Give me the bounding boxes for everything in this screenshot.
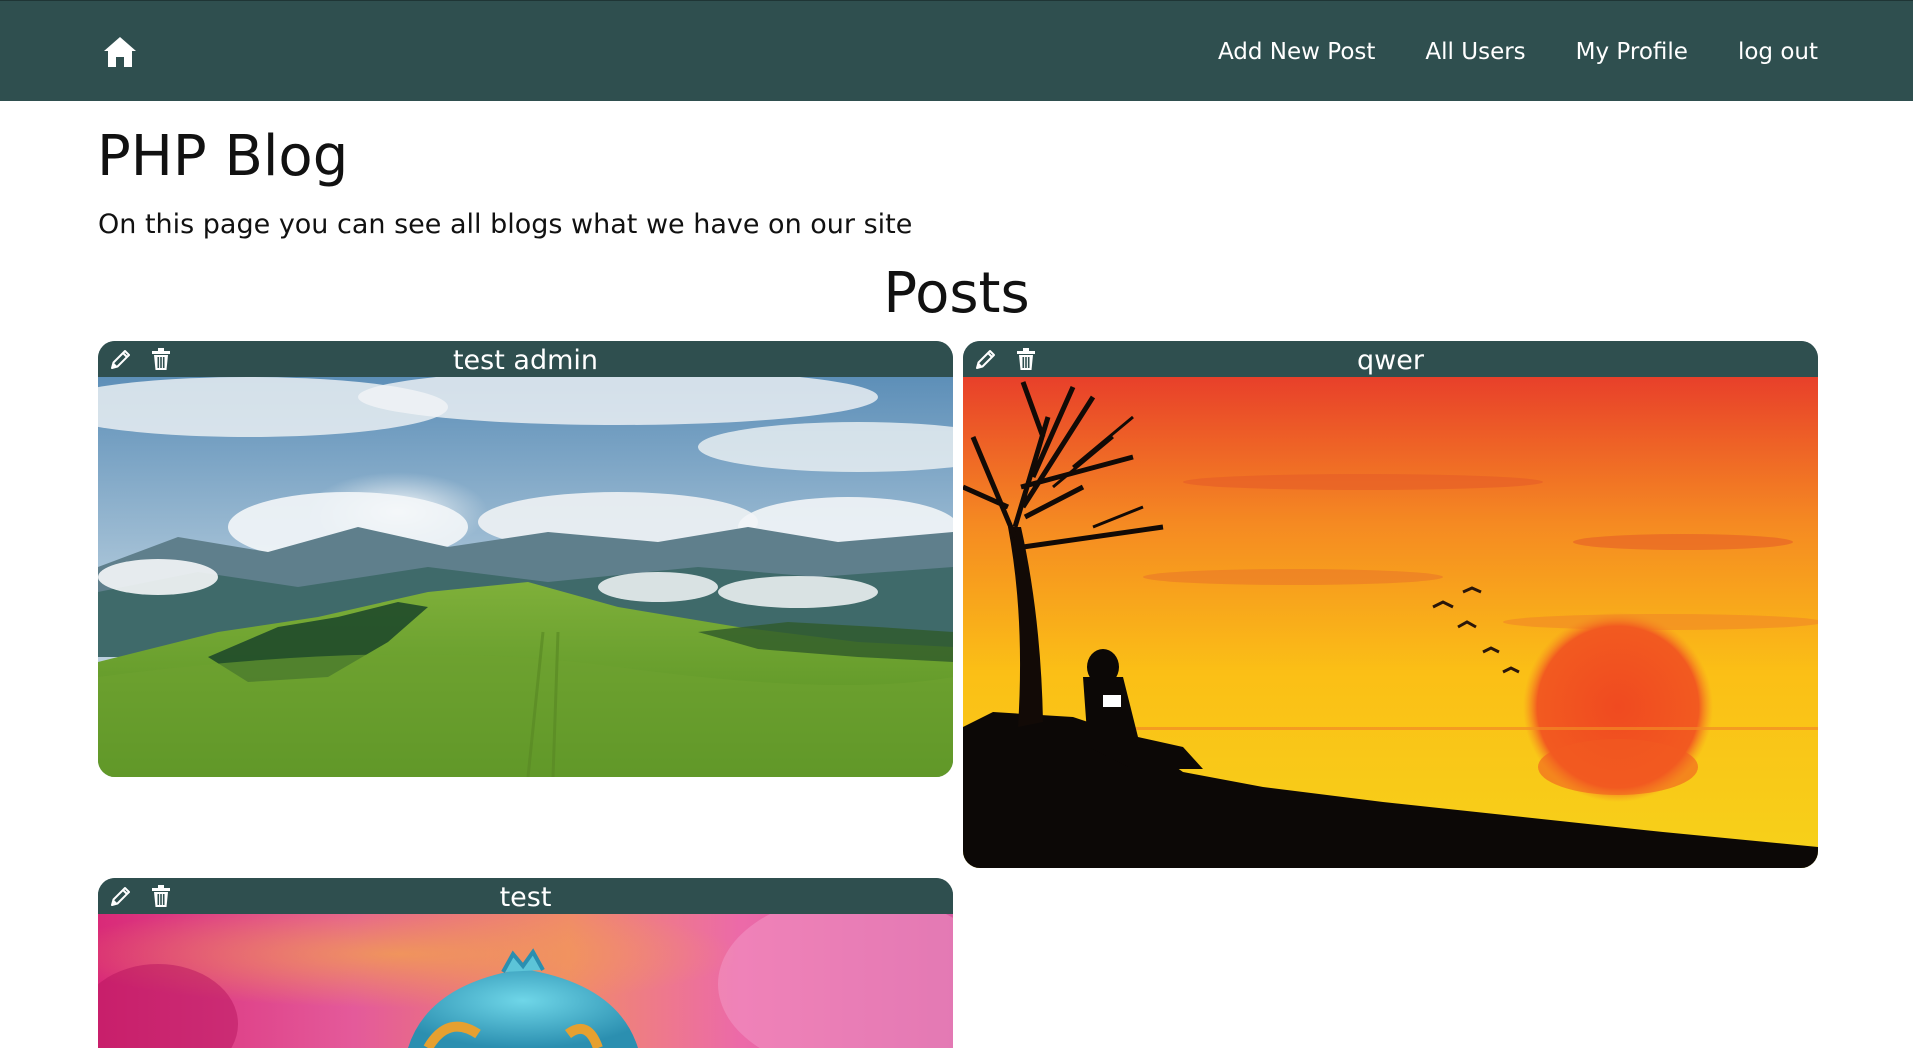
nav-links: Add New Post All Users My Profile log ou… [1218, 1, 1818, 102]
nav-log-out[interactable]: log out [1738, 39, 1818, 65]
home-icon [104, 37, 136, 67]
page-subtitle: On this page you can see all blogs what … [98, 209, 913, 240]
post-card: test admin [98, 341, 953, 777]
post-title: test [499, 882, 552, 913]
post-card-header: test [98, 878, 953, 914]
post-card: qwer [963, 341, 1818, 868]
nav-my-profile[interactable]: My Profile [1576, 39, 1688, 65]
post-card-header: test admin [98, 341, 953, 377]
nav-all-users[interactable]: All Users [1425, 39, 1525, 65]
posts-heading: Posts [883, 261, 1030, 326]
post-card-header: qwer [963, 341, 1818, 377]
home-link[interactable] [102, 34, 138, 70]
post-image [98, 914, 953, 1048]
page-title: PHP Blog [97, 124, 349, 189]
nav-add-new-post[interactable]: Add New Post [1218, 39, 1375, 65]
navbar: Add New Post All Users My Profile log ou… [0, 0, 1913, 101]
post-title: qwer [1357, 345, 1424, 376]
post-title: test admin [452, 345, 599, 376]
post-image [98, 377, 953, 777]
post-image [963, 377, 1818, 868]
post-card: test [98, 878, 953, 1048]
